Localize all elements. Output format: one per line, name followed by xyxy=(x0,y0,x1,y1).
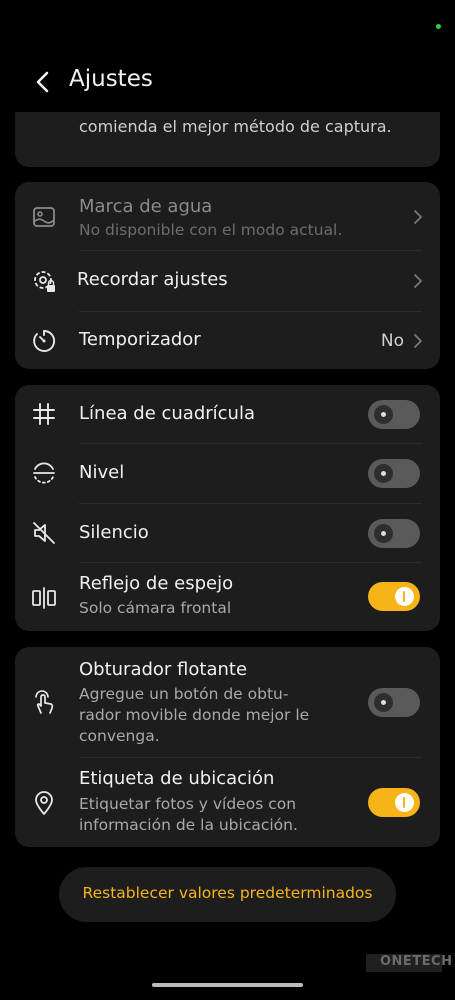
location-pin-icon xyxy=(35,791,53,815)
gear-lock-icon xyxy=(34,271,55,292)
toggle-knob xyxy=(374,405,393,424)
toggle-knob xyxy=(374,693,393,712)
floating-shutter-row[interactable]: Obturador flotante Agregue un botón de o… xyxy=(15,647,440,757)
mirror-sublabel: Solo cámara frontal xyxy=(79,599,232,617)
mute-row[interactable]: Silencio xyxy=(15,504,440,562)
floating-shutter-toggle[interactable] xyxy=(368,688,420,717)
location-tag-toggle[interactable] xyxy=(368,788,420,817)
grid-lines-toggle[interactable] xyxy=(368,400,420,429)
home-indicator-bar[interactable] xyxy=(152,983,303,987)
level-toggle[interactable] xyxy=(368,459,420,488)
timer-row[interactable]: Temporizador No xyxy=(15,312,440,369)
level-row[interactable]: Nivel xyxy=(15,444,440,503)
grid-lines-row[interactable]: Línea de cuadrícula xyxy=(15,385,440,443)
touch-hand-icon xyxy=(35,690,54,714)
settings-group-1: Marca de agua No disponible con el modo … xyxy=(15,182,440,369)
capture-method-card: comienda el mejor método de captura. xyxy=(15,112,440,167)
mute-label: Silencio xyxy=(79,522,149,543)
image-watermark-icon xyxy=(33,207,55,227)
level-label: Nivel xyxy=(79,462,125,483)
remember-settings-label: Recordar ajustes xyxy=(77,269,228,290)
mirror-toggle[interactable] xyxy=(368,582,420,611)
timer-value: No xyxy=(380,331,404,351)
grid-lines-label: Línea de cuadrícula xyxy=(79,403,255,424)
speaker-muted-icon xyxy=(33,522,55,544)
chevron-right-icon xyxy=(414,210,422,224)
watermark-row[interactable]: Marca de agua No disponible con el modo … xyxy=(15,182,440,250)
timer-icon xyxy=(33,330,56,352)
floating-shutter-sublabel: Agregue un botón de obtu-rador movible d… xyxy=(79,685,310,745)
location-tag-label: Etiqueta de ubicación xyxy=(79,768,275,789)
toggle-knob xyxy=(374,524,393,543)
settings-group-2: Línea de cuadrícula Nivel Silencio Refle… xyxy=(15,385,440,631)
chevron-right-icon xyxy=(414,274,422,288)
header: Ajustes xyxy=(0,62,455,102)
toggle-knob xyxy=(374,464,393,483)
floating-shutter-label: Obturador flotante xyxy=(79,659,248,680)
level-icon xyxy=(33,462,55,484)
watermark-logo-text: ONETECH xyxy=(380,954,453,969)
page-title: Ajustes xyxy=(69,66,153,92)
reset-defaults-label: Restablecer valores predeterminados xyxy=(82,884,373,902)
location-tag-sublabel: Etiquetar fotos y vídeos con información… xyxy=(79,795,298,834)
mirror-flip-icon xyxy=(32,587,56,609)
onetech-watermark-logo: ONETECH xyxy=(366,954,452,972)
watermark-label: Marca de agua xyxy=(79,196,213,217)
location-tag-row[interactable]: Etiqueta de ubicación Etiquetar fotos y … xyxy=(15,758,440,847)
toggle-knob xyxy=(395,793,414,812)
mirror-row[interactable]: Reflejo de espejo Solo cámara frontal xyxy=(15,563,440,631)
status-indicator-dot xyxy=(436,24,441,29)
reset-defaults-button[interactable]: Restablecer valores predeterminados xyxy=(59,867,396,922)
mirror-label: Reflejo de espejo xyxy=(79,573,234,594)
timer-label: Temporizador xyxy=(79,329,201,350)
back-arrow-icon[interactable] xyxy=(30,68,58,96)
toggle-knob xyxy=(395,587,414,606)
capture-method-description: comienda el mejor método de captura. xyxy=(79,117,392,136)
mute-toggle[interactable] xyxy=(368,519,420,548)
settings-group-3: Obturador flotante Agregue un botón de o… xyxy=(15,647,440,847)
chevron-right-icon xyxy=(414,334,422,348)
remember-settings-row[interactable]: Recordar ajustes xyxy=(15,251,440,311)
grid-hash-icon xyxy=(33,403,55,425)
watermark-sublabel: No disponible con el modo actual. xyxy=(79,221,343,239)
